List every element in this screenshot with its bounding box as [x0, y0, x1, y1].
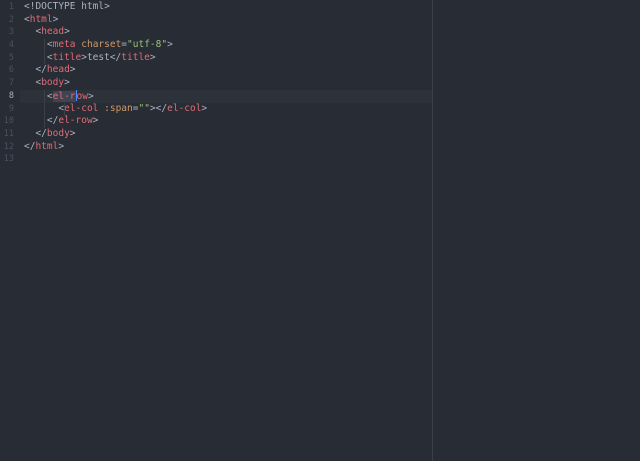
code-line[interactable]: <head>	[20, 26, 432, 39]
indent-guide	[43, 89, 45, 103]
selected-text: el-r	[52, 90, 76, 102]
code-line[interactable]: </head>	[20, 64, 432, 77]
line-number[interactable]: 11	[0, 128, 20, 141]
punctuation-token: >	[64, 26, 70, 38]
line-number[interactable]: 8	[0, 90, 20, 103]
punctuation-token: >	[64, 77, 70, 89]
string-token: ""	[138, 102, 150, 114]
doctype-token: <!DOCTYPE html>	[24, 1, 110, 12]
punctuation-token: >	[149, 51, 156, 63]
tag-name-token: ow	[76, 90, 88, 102]
code-line[interactable]: <title>test</title>	[20, 51, 432, 65]
wrap-guide	[432, 0, 433, 461]
tag-name-token: head	[46, 64, 70, 76]
tag-name-token: el-col	[167, 102, 202, 114]
line-number[interactable]: 13	[0, 153, 20, 166]
indent-guide	[43, 115, 45, 128]
punctuation-token: >test</	[81, 51, 122, 63]
code-line[interactable]: <meta charset="utf-8">	[20, 39, 432, 52]
attribute-token: charset	[81, 39, 122, 51]
punctuation-token: ></	[149, 102, 168, 114]
punctuation-token: >	[69, 127, 76, 139]
tag-name-token: body	[41, 77, 65, 89]
punctuation-token: </	[35, 64, 47, 76]
tag-name-token: title	[121, 51, 150, 63]
line-number[interactable]: 6	[0, 64, 20, 77]
line-number[interactable]: 2	[0, 14, 20, 27]
code-line[interactable]: <el-row>	[20, 89, 432, 103]
line-number[interactable]: 1	[0, 1, 20, 14]
punctuation-token: >	[167, 39, 173, 51]
punctuation-token: >	[52, 13, 59, 25]
punctuation-token: >	[87, 90, 94, 102]
tag-name-token: body	[46, 127, 70, 139]
indent-guide	[43, 102, 45, 116]
code-line[interactable]: </html>	[20, 141, 432, 154]
punctuation-token: </	[35, 127, 47, 139]
line-number[interactable]: 3	[0, 26, 20, 39]
code-editor[interactable]: 1 2 3 4 5 6 7 8 9 10 11 12 13 <!DOCTYPE html> <html> …	[0, 0, 640, 461]
indent-guide	[43, 51, 45, 65]
line-number-gutter[interactable]: 1 2 3 4 5 6 7 8 9 10 11 12 13	[0, 0, 20, 461]
code-line[interactable]: <el-col :span=""></el-col>	[20, 102, 432, 116]
line-number[interactable]: 10	[0, 115, 20, 128]
tag-name-token: meta	[52, 39, 76, 51]
punctuation-token: <	[46, 90, 53, 102]
attribute-token: :span	[104, 102, 133, 114]
code-line[interactable]: </el-row>	[20, 115, 432, 128]
code-line[interactable]: </body>	[20, 128, 432, 141]
line-number[interactable]: 9	[0, 103, 20, 116]
code-line[interactable]: <html>	[20, 14, 432, 27]
indent-guide	[43, 39, 45, 52]
punctuation-token: </	[46, 115, 59, 127]
punctuation-token: >	[58, 140, 65, 152]
indent-guide	[64, 102, 66, 116]
line-number[interactable]: 12	[0, 141, 20, 154]
tag-name-token: html	[29, 13, 53, 25]
string-token: "utf-8"	[127, 39, 168, 51]
code-area[interactable]: <!DOCTYPE html> <html> <head> <meta chars…	[20, 0, 432, 461]
punctuation-token: >	[201, 102, 208, 114]
tag-name-token: html	[35, 140, 59, 152]
tag-name-token: el-row	[58, 115, 93, 127]
tag-name-token: title	[52, 51, 82, 63]
code-line[interactable]: <!DOCTYPE html>	[20, 1, 432, 14]
punctuation-token: >	[69, 64, 76, 76]
tag-name-token: head	[41, 26, 65, 38]
line-number[interactable]: 7	[0, 77, 20, 90]
punctuation-token: </	[24, 140, 36, 152]
tag-name-token: el-col	[64, 102, 99, 114]
punctuation-token: >	[92, 115, 99, 127]
code-line[interactable]: <body>	[20, 77, 432, 90]
line-number[interactable]: 5	[0, 52, 20, 65]
line-number[interactable]: 4	[0, 39, 20, 52]
code-line[interactable]	[20, 153, 432, 166]
